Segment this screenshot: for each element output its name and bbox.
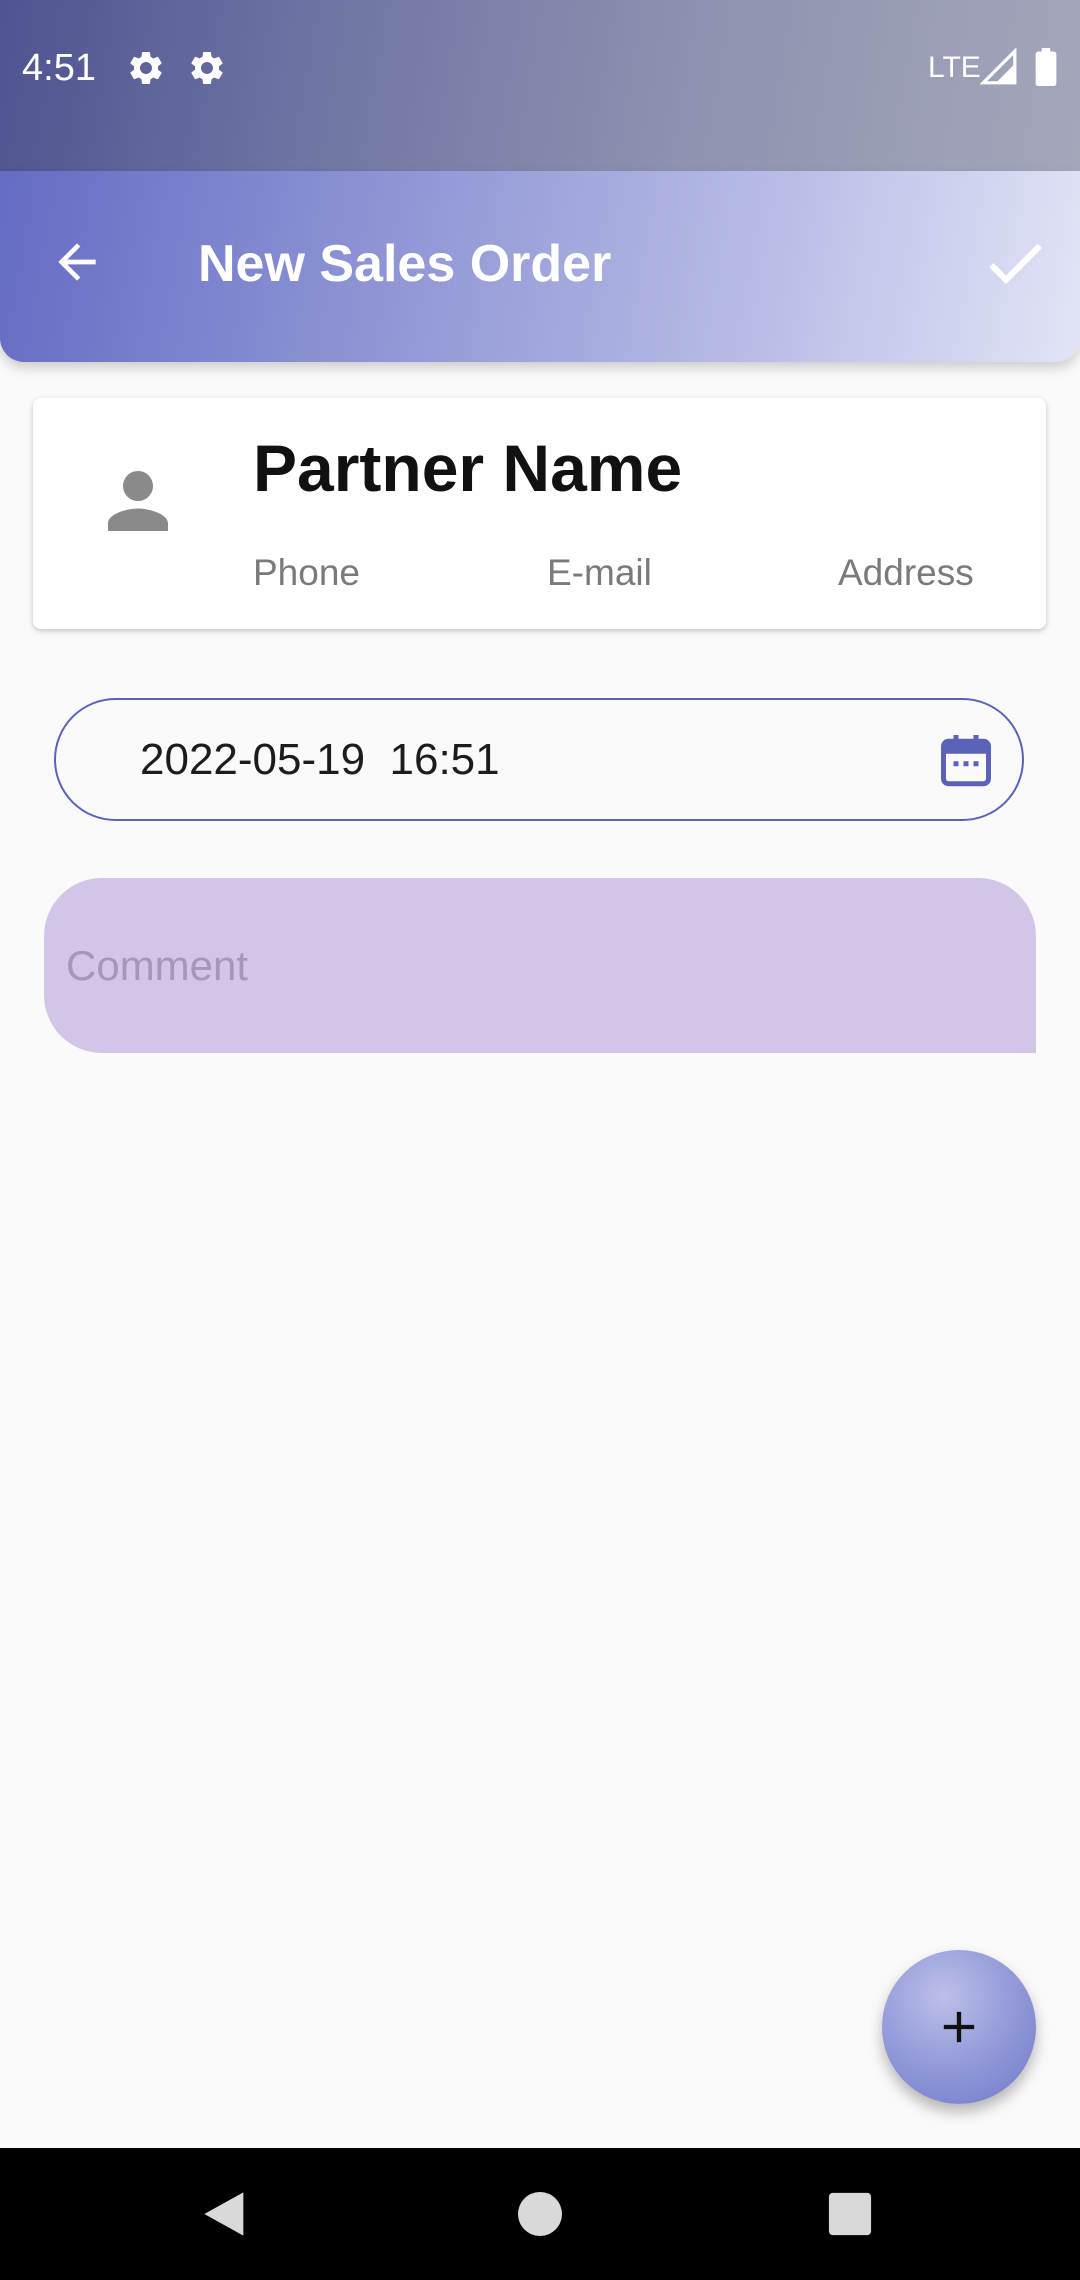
page-title: New Sales Order xyxy=(198,235,612,293)
back-triangle-icon xyxy=(204,2192,244,2236)
order-date-value: 2022-05-19 16:51 xyxy=(140,735,500,784)
check-icon xyxy=(989,243,1042,284)
nav-recents-button[interactable] xyxy=(820,2184,880,2244)
battery-icon xyxy=(1035,48,1057,86)
app-bar: New Sales Order xyxy=(0,171,1080,362)
home-circle-icon xyxy=(518,2192,562,2236)
save-order-button[interactable] xyxy=(975,223,1055,303)
partner-email: E-mail xyxy=(547,552,652,593)
signal-icon xyxy=(980,48,1017,85)
back-button[interactable] xyxy=(42,227,112,297)
calendar-icon[interactable] xyxy=(936,730,996,790)
comment-input[interactable] xyxy=(66,936,1006,996)
partner-address: Address xyxy=(838,552,974,593)
partner-card[interactable]: Partner Name Phone E-mail Address xyxy=(33,398,1046,629)
settings-gear-icon xyxy=(130,51,162,84)
nav-home-button[interactable] xyxy=(510,2184,570,2244)
status-time: 4:51 xyxy=(22,47,96,89)
settings-gear-icon xyxy=(191,51,223,84)
status-bar: 4:51 LTE xyxy=(0,0,1080,171)
system-nav-bar xyxy=(0,2148,1080,2280)
order-date-field[interactable]: 2022-05-19 16:51 xyxy=(54,698,1024,821)
comment-field xyxy=(44,878,1036,1053)
partner-name: Partner Name xyxy=(253,431,683,505)
plus-icon xyxy=(943,2011,975,2043)
nav-back-button[interactable] xyxy=(196,2184,256,2244)
partner-phone: Phone xyxy=(253,552,360,593)
arrow-back-icon xyxy=(58,243,96,281)
person-icon xyxy=(108,471,168,531)
recents-square-icon xyxy=(828,2192,872,2236)
add-item-button[interactable] xyxy=(882,1950,1036,2104)
network-type: LTE xyxy=(928,51,981,84)
